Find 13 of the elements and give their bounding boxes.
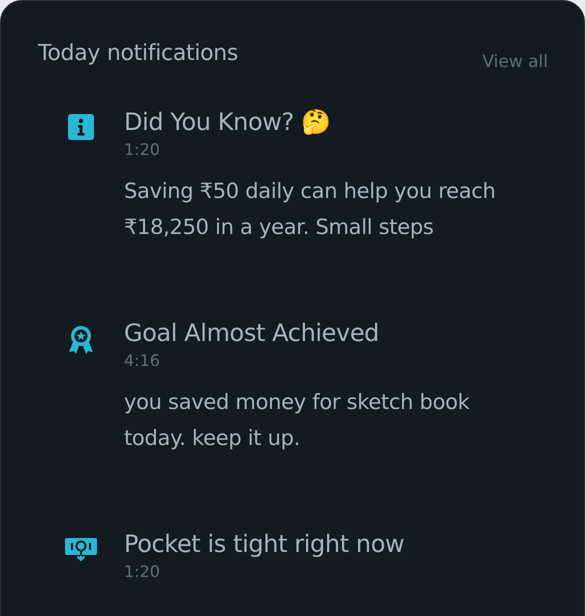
notification-time: 4:16 [124, 351, 161, 370]
cash-withdraw-icon [65, 536, 97, 564]
notification-message: Saving ₹50 daily can help you reach ₹18,250 in a year. Small steps [124, 178, 497, 241]
notification-title: Goal Almost Achieved [124, 318, 380, 349]
info-icon [68, 114, 94, 140]
notification-message: you saved money for sketch book today. keep it up. [124, 389, 471, 452]
notification-title: Pocket is tight right now [124, 529, 406, 560]
award-ribbon-icon [67, 325, 95, 355]
notification-title: Did You Know? 🤔 [124, 107, 332, 138]
notification-time: 1:20 [124, 562, 161, 581]
view-all-link[interactable]: View all [482, 52, 548, 72]
section-title: Today notifications [38, 41, 238, 66]
notification-time: 1:20 [124, 140, 161, 159]
